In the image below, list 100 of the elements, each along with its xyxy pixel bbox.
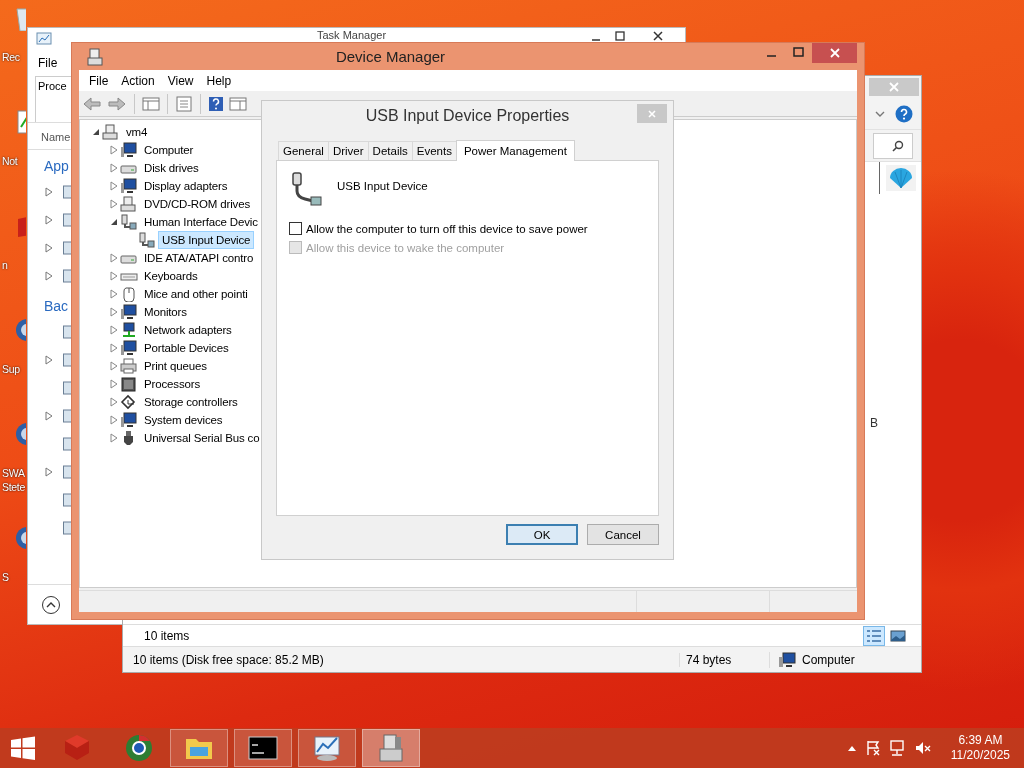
forward-arrow-icon[interactable] xyxy=(107,95,127,112)
clock-date[interactable]: 11/20/2025 xyxy=(950,748,1010,763)
tab[interactable]: Power Management xyxy=(455,140,575,161)
tree-item[interactable]: Storage controllers xyxy=(140,393,242,411)
shell-icon[interactable] xyxy=(886,165,916,191)
caret-up-icon[interactable] xyxy=(846,744,857,752)
tree-item[interactable]: Keyboards xyxy=(140,267,202,285)
expand-arrow-icon[interactable] xyxy=(110,145,118,155)
back-arrow-icon[interactable] xyxy=(82,95,102,112)
expand-arrow-icon[interactable] xyxy=(110,253,118,263)
computer-icon xyxy=(778,651,796,668)
chevron-down-icon[interactable] xyxy=(875,109,885,118)
details-view-button[interactable] xyxy=(863,625,885,646)
tree-item[interactable]: Disk drives xyxy=(140,159,203,177)
tree-item[interactable]: IDE ATA/ATAPI contro xyxy=(140,249,258,267)
expand-arrow-icon[interactable] xyxy=(45,215,53,225)
menu-item[interactable]: Help xyxy=(206,74,232,88)
tree-item[interactable]: Processors xyxy=(140,375,205,393)
menu-item[interactable]: File xyxy=(38,56,58,70)
group-heading: App xyxy=(44,158,69,174)
expand-arrow-icon[interactable] xyxy=(110,397,118,407)
expand-arrow-icon[interactable] xyxy=(45,411,53,421)
maximize-icon[interactable] xyxy=(615,31,625,41)
checkbox-label[interactable]: Allow the computer to turn off this device to save power xyxy=(306,222,588,235)
expand-arrow-icon[interactable] xyxy=(110,289,118,299)
checkbox-label: Allow this device to wake the computer xyxy=(306,241,505,254)
tree-item[interactable]: USB Input Device xyxy=(158,231,255,249)
tree-item[interactable]: vm4 xyxy=(122,123,152,141)
tree-item[interactable]: Human Interface Devic xyxy=(140,213,262,231)
tab[interactable]: Proce xyxy=(35,76,72,122)
recycle-bin-icon[interactable] xyxy=(14,5,26,31)
ok-button[interactable]: OK xyxy=(506,524,578,545)
chip-icon xyxy=(120,376,138,392)
tree-item[interactable]: DVD/CD-ROM drives xyxy=(140,195,255,213)
close-icon xyxy=(647,108,657,119)
close-icon xyxy=(888,81,900,93)
expand-arrow-icon[interactable] xyxy=(45,467,53,477)
tree-item[interactable]: Display adapters xyxy=(140,177,232,195)
chart-icon xyxy=(36,31,52,47)
checkbox[interactable] xyxy=(289,222,302,235)
monitor-icon xyxy=(120,304,138,320)
menu-item[interactable]: File xyxy=(89,74,109,88)
pane-icon[interactable] xyxy=(142,95,160,112)
collapse-icon[interactable] xyxy=(41,594,61,615)
tree-item[interactable]: Monitors xyxy=(140,303,191,321)
taskbar-button[interactable] xyxy=(298,729,356,767)
search-field[interactable] xyxy=(873,132,913,159)
tree-item[interactable]: Print queues xyxy=(140,357,211,375)
desktop-icon-label[interactable]: SWA Stete xyxy=(2,466,27,494)
menu-item[interactable]: View xyxy=(167,74,194,88)
list-icon xyxy=(866,628,882,643)
tree-item[interactable]: Universal Serial Bus co xyxy=(140,429,264,447)
tree-item[interactable]: Mice and other pointi xyxy=(140,285,252,303)
menu-item[interactable]: Action xyxy=(121,74,155,88)
desktop-icon-label[interactable]: S xyxy=(2,570,27,584)
properties-icon[interactable] xyxy=(175,95,193,112)
expand-arrow-icon[interactable] xyxy=(110,433,118,443)
tab[interactable]: General xyxy=(278,141,329,160)
tree-item[interactable]: Computer xyxy=(140,141,198,159)
collapse-arrow-icon[interactable] xyxy=(92,128,100,136)
flag-icon[interactable] xyxy=(864,740,881,756)
expand-arrow-icon[interactable] xyxy=(110,361,118,371)
expand-arrow-icon[interactable] xyxy=(110,415,118,425)
network-icon[interactable] xyxy=(888,740,907,756)
column-header[interactable]: Name xyxy=(41,131,71,143)
pane-icon[interactable] xyxy=(229,95,247,112)
tree-item[interactable]: Portable Devices xyxy=(140,339,233,357)
cancel-button[interactable]: Cancel xyxy=(587,524,659,545)
expand-arrow-icon[interactable] xyxy=(110,181,118,191)
muted-speaker-icon[interactable] xyxy=(914,740,931,756)
expand-arrow-icon[interactable] xyxy=(110,325,118,335)
expand-arrow-icon[interactable] xyxy=(110,343,118,353)
desktop-icon-label[interactable]: Sup xyxy=(2,362,27,376)
close-icon xyxy=(828,47,841,59)
expand-arrow-icon[interactable] xyxy=(110,163,118,173)
expand-arrow-icon[interactable] xyxy=(110,271,118,281)
expand-arrow-icon[interactable] xyxy=(110,199,118,209)
close-button[interactable] xyxy=(812,43,857,63)
box-app-icon xyxy=(62,733,92,763)
taskbar-button[interactable] xyxy=(234,729,292,767)
monitor-icon xyxy=(120,142,138,158)
tree-item[interactable]: Network adapters xyxy=(140,321,236,339)
window-title: Device Manager xyxy=(334,48,447,65)
item-count: 10 items xyxy=(144,628,190,643)
monitor-icon xyxy=(120,178,138,194)
close-icon[interactable] xyxy=(653,31,663,41)
collapse-arrow-icon[interactable] xyxy=(110,218,118,226)
expand-arrow-icon[interactable] xyxy=(45,355,53,365)
expand-arrow-icon[interactable] xyxy=(45,271,53,281)
help-icon[interactable] xyxy=(895,104,913,123)
diamond-icon xyxy=(120,394,138,410)
help-icon[interactable] xyxy=(208,95,224,112)
document-icon[interactable] xyxy=(14,109,26,135)
tree-item[interactable]: System devices xyxy=(140,411,227,429)
expand-arrow-icon[interactable] xyxy=(45,187,53,197)
expand-arrow-icon[interactable] xyxy=(110,307,118,317)
status-text: 10 items (Disk free space: 85.2 MB) xyxy=(132,652,325,667)
clock-time[interactable]: 6:39 AM xyxy=(958,733,1003,748)
expand-arrow-icon[interactable] xyxy=(110,379,118,389)
expand-arrow-icon[interactable] xyxy=(45,243,53,253)
